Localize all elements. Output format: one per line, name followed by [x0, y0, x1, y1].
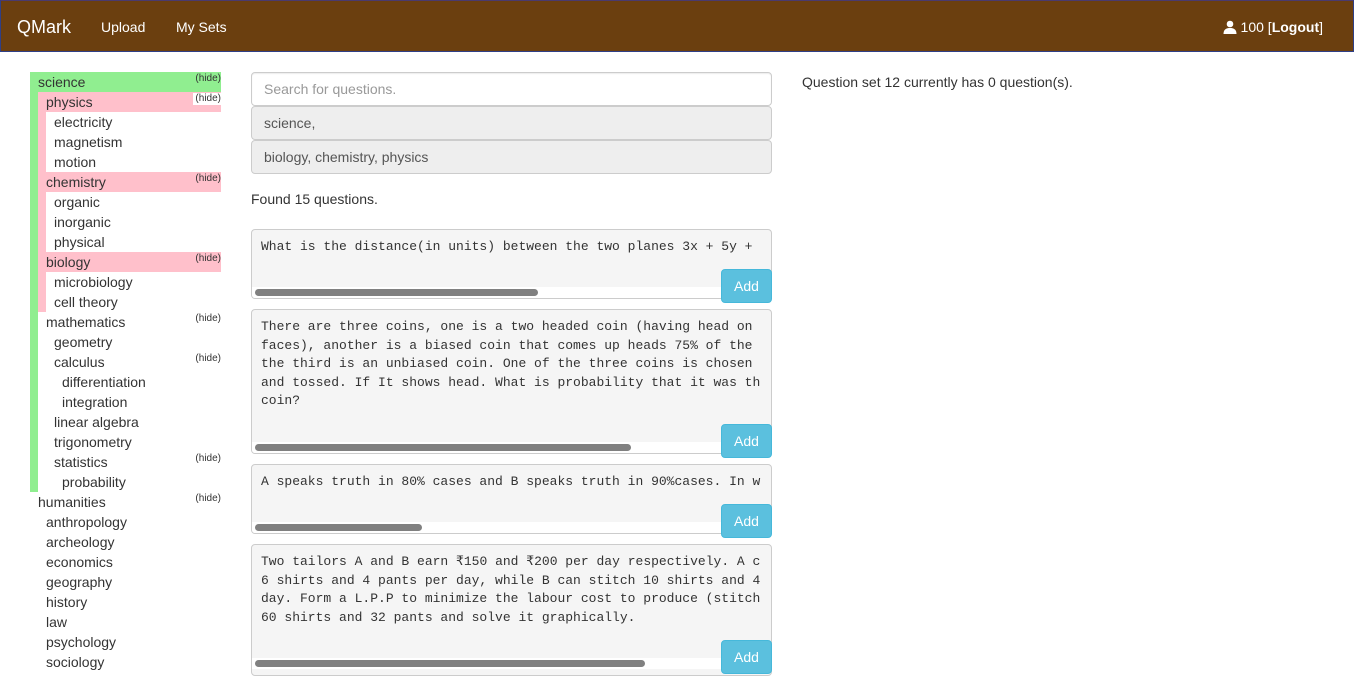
tree-item-magnetism[interactable]: magnetism: [54, 133, 122, 151]
scrollbar-thumb[interactable]: [255, 524, 422, 531]
tree-item-geometry[interactable]: geometry: [54, 333, 112, 351]
tree-item-mathematics[interactable]: mathematics: [46, 313, 125, 331]
question-card: What is the distance(in units) between t…: [251, 229, 772, 299]
tree-item-trigonometry[interactable]: trigonometry: [54, 433, 132, 451]
tree-item-integration[interactable]: integration: [62, 393, 127, 411]
hide-toggle-physics[interactable]: (hide): [193, 93, 221, 105]
add-question-button[interactable]: Add: [721, 424, 772, 458]
tree-item-humanities[interactable]: humanities: [38, 493, 106, 511]
tree-item-probability[interactable]: probability: [62, 473, 126, 491]
tree-item-economics[interactable]: economics: [46, 553, 113, 571]
user-status: 100 [Logout]: [1223, 18, 1323, 38]
tree-item-physics[interactable]: physics: [46, 93, 93, 111]
hide-toggle-statistics[interactable]: (hide): [195, 453, 221, 465]
tree-item-law[interactable]: law: [46, 613, 67, 631]
horizontal-scrollbar[interactable]: [252, 442, 722, 453]
tree-item-chemistry[interactable]: chemistry: [46, 173, 106, 191]
tree-item-organic[interactable]: organic: [54, 193, 100, 211]
tree-item-biology[interactable]: biology: [46, 253, 90, 271]
hide-toggle-chemistry[interactable]: (hide): [195, 173, 221, 185]
tree-item-anthropology[interactable]: anthropology: [46, 513, 127, 531]
horizontal-scrollbar[interactable]: [252, 522, 722, 533]
search-input[interactable]: [251, 72, 772, 106]
tree-item-calculus[interactable]: calculus: [54, 353, 105, 371]
science-bar: [30, 72, 38, 492]
filter-field-subcategories[interactable]: biology, chemistry, physics: [251, 140, 772, 174]
add-question-button[interactable]: Add: [721, 269, 772, 303]
question-text: What is the distance(in units) between t…: [261, 239, 753, 254]
tree-item-sociology[interactable]: sociology: [46, 653, 104, 671]
category-tree: science (hide) physics (hide) electricity mag…: [0, 0, 240, 670]
user-icon: [1223, 20, 1237, 38]
hide-toggle-science[interactable]: (hide): [195, 73, 221, 85]
hide-toggle-humanities[interactable]: (hide): [195, 493, 221, 505]
question-set-info: Question set 12 currently has 0 question…: [802, 74, 1073, 90]
filter-field-category[interactable]: science,: [251, 106, 772, 140]
horizontal-scrollbar[interactable]: [252, 287, 722, 298]
tree-item-science[interactable]: science: [38, 73, 85, 91]
scrollbar-thumb[interactable]: [255, 444, 631, 451]
question-card: There are three coins, one is a two head…: [251, 309, 772, 454]
results-count: Found 15 questions.: [251, 191, 378, 207]
tree-item-electricity[interactable]: electricity: [54, 113, 112, 131]
tree-item-psychology[interactable]: psychology: [46, 633, 116, 651]
question-card: A speaks truth in 80% cases and B speaks…: [251, 464, 772, 534]
tree-item-geography[interactable]: geography: [46, 573, 112, 591]
tree-item-microbiology[interactable]: microbiology: [54, 273, 133, 291]
add-question-button[interactable]: Add: [721, 640, 772, 674]
hide-toggle-biology[interactable]: (hide): [195, 253, 221, 265]
tree-item-differentiation[interactable]: differentiation: [62, 373, 146, 391]
tree-item-linear-algebra[interactable]: linear algebra: [54, 413, 139, 431]
question-text: There are three coins, one is a two head…: [261, 319, 761, 408]
tree-item-statistics[interactable]: statistics: [54, 453, 108, 471]
question-text: A speaks truth in 80% cases and B speaks…: [261, 474, 761, 489]
logout-link[interactable]: Logout: [1272, 19, 1319, 35]
tree-item-motion[interactable]: motion: [54, 153, 96, 171]
add-question-button[interactable]: Add: [721, 504, 772, 538]
tree-item-cell-theory[interactable]: cell theory: [54, 293, 118, 311]
tree-item-inorganic[interactable]: inorganic: [54, 213, 111, 231]
question-text: Two tailors A and B earn ₹150 and ₹200 p…: [261, 554, 761, 625]
branch-bar: [38, 92, 46, 312]
tree-item-history[interactable]: history: [46, 593, 87, 611]
question-card: Two tailors A and B earn ₹150 and ₹200 p…: [251, 544, 772, 676]
hide-toggle-mathematics[interactable]: (hide): [195, 313, 221, 325]
tree-item-archeology[interactable]: archeology: [46, 533, 115, 551]
hide-toggle-calculus[interactable]: (hide): [195, 353, 221, 365]
tree-item-physical[interactable]: physical: [54, 233, 105, 251]
scrollbar-thumb[interactable]: [255, 289, 538, 296]
user-points: 100: [1240, 19, 1264, 35]
